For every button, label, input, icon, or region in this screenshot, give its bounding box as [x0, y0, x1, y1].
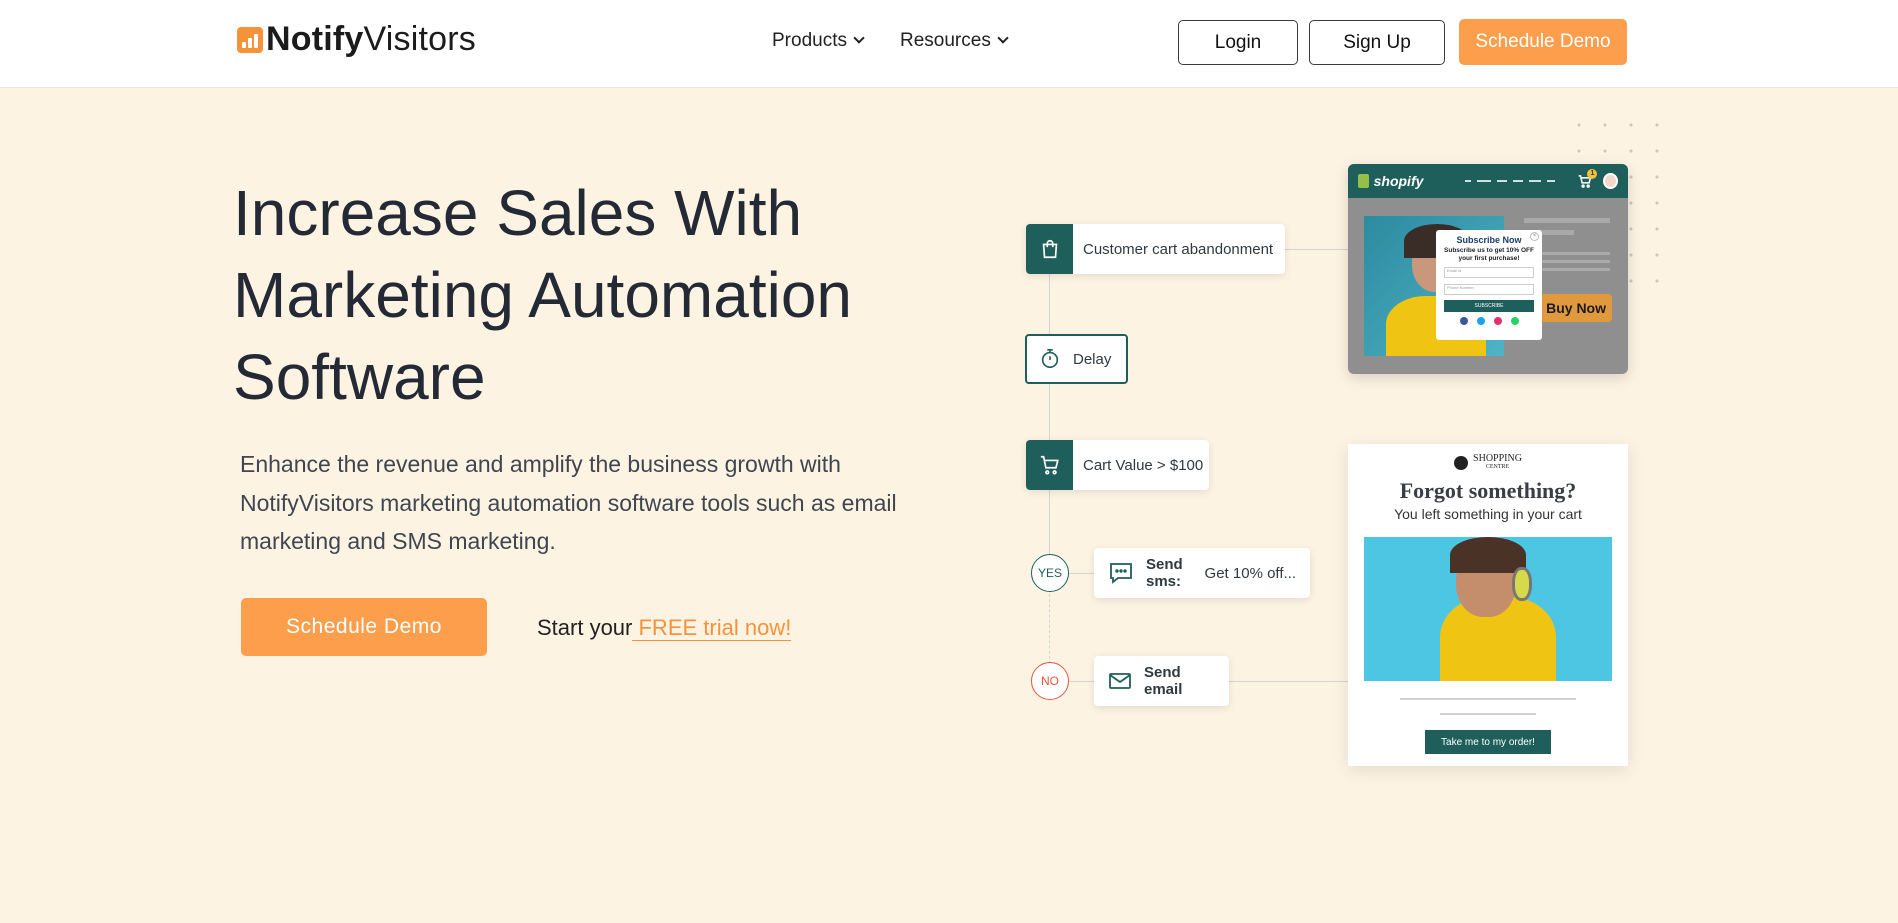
connector-line: [1049, 274, 1050, 336]
shopping-bag-icon: [1026, 224, 1073, 274]
hero-title-line: Increase Sales With: [233, 177, 803, 249]
send-sms-node[interactable]: Send sms: Get 10% off...: [1094, 548, 1310, 598]
logo[interactable]: NotifyVisitors: [237, 20, 476, 59]
no-branch-badge: NO: [1031, 662, 1069, 700]
connector-line: [1049, 382, 1050, 444]
connector-line: [1229, 681, 1349, 682]
nav-products[interactable]: Products: [772, 30, 865, 52]
close-icon[interactable]: ×: [1530, 232, 1539, 241]
brand-top: SHOPPING: [1473, 453, 1522, 464]
subscribe-popup: × Subscribe Now Subscribe us to get 10% …: [1436, 230, 1542, 340]
email-label: Send email: [1144, 664, 1183, 698]
email-subtitle: You left something in your cart: [1394, 506, 1582, 522]
nav-products-label: Products: [772, 30, 847, 51]
nav-resources[interactable]: Resources: [900, 30, 1009, 52]
twitter-icon[interactable]: [1476, 317, 1485, 325]
logo-text: NotifyVisitors: [266, 20, 476, 58]
connector-line: [1285, 249, 1349, 250]
chat-icon: [1108, 561, 1134, 585]
delay-label: Delay: [1073, 350, 1112, 368]
text-placeholder: [1524, 218, 1610, 223]
delay-node[interactable]: Delay: [1025, 334, 1128, 384]
facebook-icon[interactable]: [1459, 317, 1468, 325]
mail-icon: [1108, 671, 1132, 691]
cart-badge: 1: [1587, 169, 1598, 179]
email-product-photo: [1364, 537, 1612, 681]
signup-button[interactable]: Sign Up: [1309, 20, 1445, 65]
connector-line: [1049, 490, 1050, 556]
connector-line: [1069, 681, 1095, 682]
logo-icon: [237, 26, 263, 53]
free-trial-prefix: Start your: [537, 615, 633, 640]
site-header: NotifyVisitors Products Resources Login …: [0, 0, 1898, 88]
header-schedule-demo-button[interactable]: Schedule Demo: [1459, 19, 1627, 65]
shopping-cart-icon: [1026, 440, 1073, 490]
take-me-to-order-button[interactable]: Take me to my order!: [1425, 730, 1551, 754]
yes-branch-badge: YES: [1031, 554, 1069, 592]
chevron-down-icon: [853, 32, 865, 44]
hero-title: Increase Sales With Marketing Automation…: [233, 172, 933, 418]
popup-email-field[interactable]: Email id: [1444, 267, 1534, 278]
sms-text: Get 10% off...: [1200, 564, 1296, 582]
instagram-icon[interactable]: [1493, 317, 1502, 325]
shopify-brand: shopify: [1373, 173, 1424, 189]
shopping-centre-logo-icon: [1454, 456, 1469, 470]
popup-phone-field[interactable]: Phone Number: [1444, 284, 1534, 295]
send-email-node[interactable]: Send email: [1094, 656, 1229, 706]
condition-label: Cart Value > $100: [1083, 456, 1204, 474]
shopify-store-preview: shopify 1 Buy Now × Subscribe Now Subscr…: [1348, 164, 1628, 374]
text-placeholder: [1400, 698, 1576, 700]
avatar: [1603, 173, 1618, 189]
popup-subtitle: Subscribe us to get 10% OFF your first p…: [1444, 247, 1534, 262]
hero-title-line: Marketing Automation: [233, 259, 852, 331]
brand-bottom: CENTRE: [1485, 464, 1510, 470]
free-trial-text: Start your FREE trial now!: [537, 615, 792, 641]
hero-schedule-demo-button[interactable]: Schedule Demo: [241, 598, 487, 656]
login-button[interactable]: Login: [1178, 20, 1298, 65]
trigger-node[interactable]: Customer cart abandonment: [1026, 224, 1285, 274]
whatsapp-icon[interactable]: [1510, 317, 1519, 325]
popup-subscribe-button[interactable]: SUBSCRIBE: [1444, 300, 1534, 312]
email-title: Forgot something?: [1399, 478, 1577, 503]
shopify-nav-bar: shopify 1: [1348, 164, 1628, 198]
connector-line: [1069, 573, 1095, 574]
sms-bold-label: Send sms:: [1146, 556, 1183, 590]
connector-line: [1049, 594, 1050, 664]
shopping-centre-brand: SHOPPING CENTRE: [1348, 454, 1628, 472]
nav-resources-label: Resources: [900, 30, 991, 51]
free-trial-link[interactable]: FREE trial now!: [632, 615, 792, 641]
hero-subtitle: Enhance the revenue and amplify the busi…: [240, 451, 897, 554]
chevron-down-icon: [997, 32, 1009, 44]
condition-node[interactable]: Cart Value > $100: [1026, 440, 1209, 490]
abandoned-cart-email-preview: SHOPPING CENTRE Forgot something? You le…: [1348, 444, 1628, 766]
popup-title: Subscribe Now: [1456, 235, 1522, 245]
buy-now-button[interactable]: Buy Now: [1538, 294, 1612, 322]
text-placeholder: [1440, 713, 1536, 715]
hero-title-line: Software: [233, 341, 486, 413]
trigger-label: Customer cart abandonment: [1083, 240, 1274, 258]
nav-placeholder: [1465, 180, 1556, 182]
cart-icon: 1: [1577, 169, 1598, 188]
timer-icon: [1039, 348, 1061, 370]
social-icons: [1444, 317, 1534, 325]
shopify-bag-icon: [1358, 174, 1369, 188]
